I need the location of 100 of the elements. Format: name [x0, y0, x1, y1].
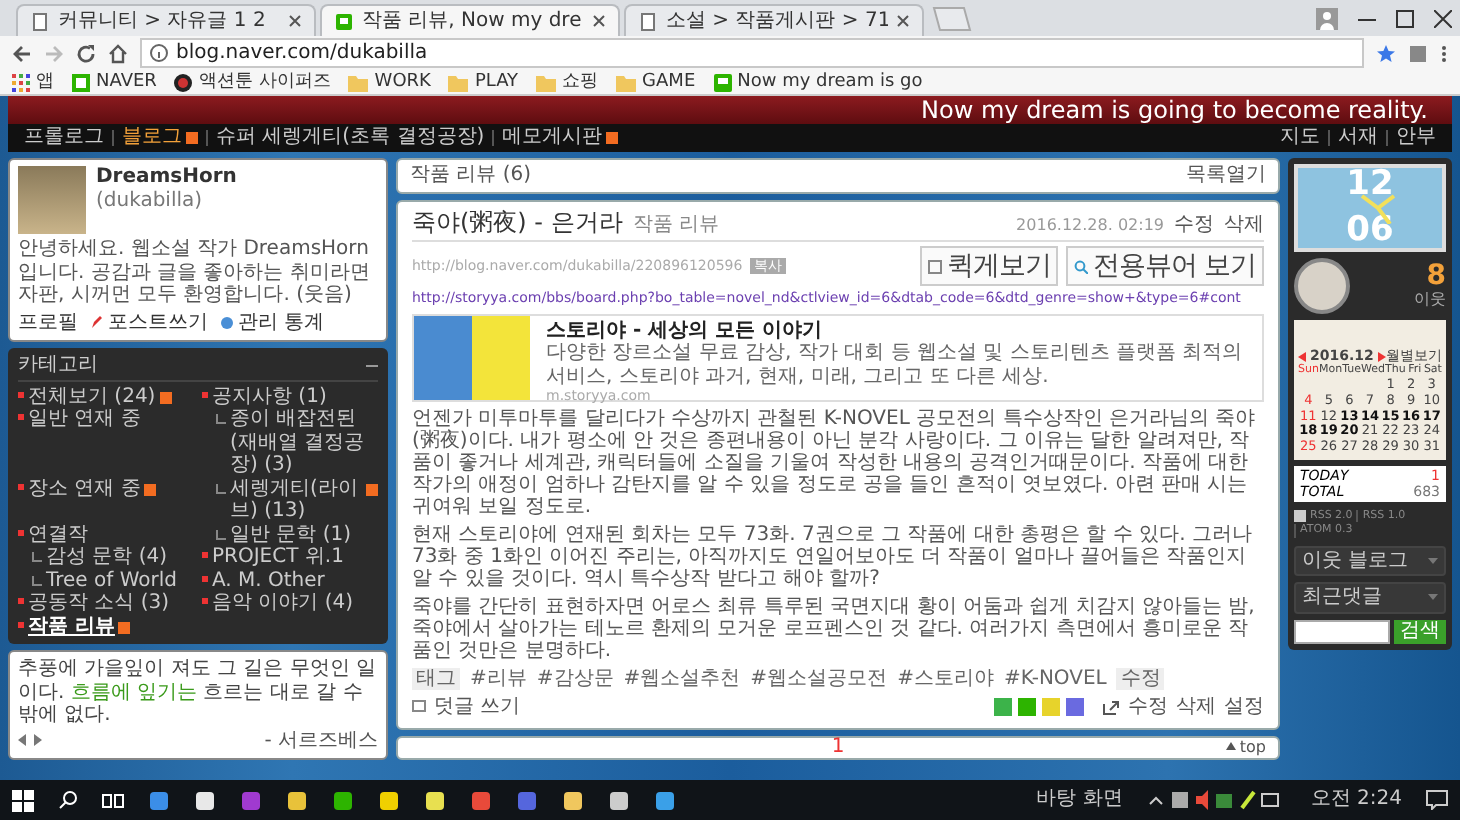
- post-date: 2016.12.28. 02:19: [1016, 215, 1164, 234]
- post-action-link[interactable]: 삭제: [1224, 213, 1264, 236]
- widget-dropdown[interactable]: 최근댓글: [1294, 582, 1446, 614]
- back-icon[interactable]: [12, 43, 32, 63]
- close-icon[interactable]: [592, 14, 606, 28]
- app-icon[interactable]: [286, 789, 308, 811]
- post-action-link[interactable]: 수정: [1128, 696, 1168, 720]
- nav-link[interactable]: 프롤로그: [24, 126, 104, 150]
- task-view-icon[interactable]: [102, 791, 124, 809]
- clock-minute: 06: [1346, 214, 1394, 248]
- blog-icon: [334, 11, 354, 31]
- document-icon: [638, 11, 658, 31]
- pencil-icon: [90, 315, 104, 330]
- app-icon[interactable]: [562, 789, 584, 811]
- tag-link[interactable]: #감상문: [536, 667, 614, 691]
- home-icon[interactable]: [108, 43, 128, 63]
- rss-icon: [1294, 510, 1306, 523]
- bookmark[interactable]: 쇼핑: [536, 71, 599, 93]
- category-link[interactable]: 음악 이야기 (4): [202, 592, 378, 615]
- category-link[interactable]: 연결작: [18, 523, 194, 546]
- maximize-icon[interactable]: [1396, 9, 1414, 27]
- bullet-icon: [18, 598, 24, 604]
- extension-icon[interactable]: [1408, 43, 1428, 63]
- tag-link[interactable]: #K-NOVEL: [1003, 667, 1107, 691]
- category-link[interactable]: 일반 문학 (1): [202, 523, 378, 546]
- close-icon[interactable]: [896, 14, 910, 28]
- category-link[interactable]: Tree of World: [18, 569, 194, 592]
- post-action-link[interactable]: 수정: [1174, 213, 1214, 236]
- category-link[interactable]: 종이 배잡전된(재배열 결정공장) (3): [202, 408, 378, 477]
- tag-link[interactable]: #웹소설추천: [623, 667, 741, 691]
- profile-icon[interactable]: [1316, 7, 1338, 29]
- widget-dropdown[interactable]: 이웃 블로그: [1294, 545, 1446, 577]
- list-toggle[interactable]: 목록열기: [1186, 164, 1266, 187]
- category-link[interactable]: 전체보기 (24): [18, 385, 194, 408]
- app-icon[interactable]: [194, 789, 216, 811]
- list-title: 작품 리뷰 (6): [410, 164, 532, 187]
- category-link[interactable]: 감성 문학 (4): [18, 546, 194, 569]
- menu-icon[interactable]: [1440, 43, 1448, 63]
- quick-view-button[interactable]: 퀵게보기: [920, 246, 1059, 287]
- bullet-icon: [18, 529, 24, 535]
- browser-tab[interactable]: 커뮤니티 > 자유글 1 2: [16, 4, 316, 36]
- bookmark[interactable]: PLAY: [448, 71, 519, 93]
- viewer-button[interactable]: 전용뷰어 보기: [1066, 246, 1264, 287]
- collapse-icon[interactable]: [366, 359, 378, 372]
- notification-icon[interactable]: [1426, 790, 1448, 810]
- stats-link[interactable]: 관리 통계: [220, 311, 325, 334]
- star-icon[interactable]: [1376, 43, 1396, 63]
- share-icon[interactable]: [1102, 698, 1120, 717]
- category-link[interactable]: 공동작 소식 (3): [18, 592, 194, 615]
- tag-link[interactable]: #스토리야: [897, 667, 994, 691]
- nav-link[interactable]: 블로그: [122, 126, 198, 150]
- app-icon[interactable]: [424, 789, 446, 811]
- search-icon[interactable]: [58, 790, 78, 810]
- nav-link[interactable]: 메모게시판: [502, 126, 619, 150]
- post-action-link[interactable]: 설정: [1224, 696, 1264, 720]
- write-post-link[interactable]: 포스트쓰기: [90, 311, 208, 334]
- browser-tab[interactable]: 작품 리뷰, Now my dre: [320, 4, 620, 36]
- close-icon[interactable]: [288, 14, 302, 28]
- bookmark[interactable]: GAME: [616, 71, 696, 93]
- app-icon[interactable]: [332, 789, 354, 811]
- comment-link[interactable]: 덧글 쓰기: [434, 696, 521, 720]
- page-number[interactable]: 1: [831, 735, 845, 759]
- category-link[interactable]: 장소 연재 중: [18, 477, 194, 523]
- nav-link[interactable]: 서재: [1338, 126, 1378, 150]
- bookmark[interactable]: 앱: [12, 71, 54, 93]
- post-action-link[interactable]: 삭제: [1176, 696, 1216, 720]
- tag-link[interactable]: #리뷰: [470, 667, 527, 691]
- address-field[interactable]: blog.naver.com/dukabilla: [140, 38, 1364, 68]
- branch-icon: [216, 414, 226, 424]
- category-link[interactable]: 일반 연재 중: [18, 408, 194, 477]
- tag-link[interactable]: #웹소설공모전: [750, 667, 888, 691]
- windows-start-icon[interactable]: [12, 789, 34, 811]
- close-icon[interactable]: [1434, 9, 1452, 27]
- nav-link[interactable]: 안부: [1396, 126, 1436, 150]
- bookmark[interactable]: NAVER: [72, 71, 157, 93]
- next-icon[interactable]: [1377, 351, 1386, 362]
- profile-link[interactable]: 프로필: [18, 311, 78, 334]
- bookmark[interactable]: WORK: [348, 71, 431, 93]
- blog-motto: Now my dream is going to become reality.: [921, 98, 1428, 122]
- top-link[interactable]: top: [1225, 737, 1266, 756]
- category-link[interactable]: PROJECT 위.1: [202, 546, 378, 569]
- app-icon[interactable]: [608, 789, 630, 811]
- nav-link[interactable]: 슈퍼 세렝게티(초록 결정공장): [216, 126, 485, 150]
- chart-icon: [220, 315, 234, 330]
- arrows-icon[interactable]: [18, 734, 42, 747]
- category-link[interactable]: A. M. Other: [202, 569, 378, 592]
- nav-link[interactable]: 지도: [1280, 126, 1320, 150]
- reload-icon[interactable]: [76, 43, 96, 63]
- search-field[interactable]: [1294, 619, 1390, 644]
- app-icon[interactable]: [378, 789, 400, 811]
- bookmark[interactable]: Now my dream is go: [713, 71, 923, 93]
- prev-icon[interactable]: [1298, 351, 1306, 362]
- bookmark[interactable]: 액션툰 사이퍼즈: [174, 71, 331, 93]
- blog-id: (dukabilla): [96, 189, 205, 212]
- category-link[interactable]: 공지사항 (1): [202, 385, 378, 408]
- app-icon[interactable]: [654, 789, 676, 811]
- browser-tab[interactable]: 소설 > 작품게시판 > 71: [624, 4, 924, 36]
- category-link[interactable]: 세렝게티(라이브) (13): [202, 477, 378, 523]
- desktop-label[interactable]: 바탕 화면: [1036, 788, 1123, 812]
- tag-edit-button[interactable]: 수정: [1116, 667, 1165, 691]
